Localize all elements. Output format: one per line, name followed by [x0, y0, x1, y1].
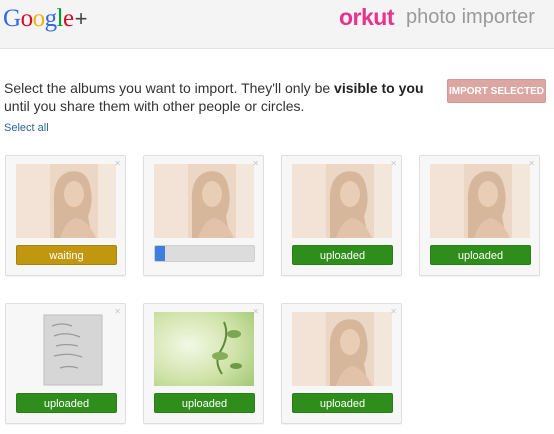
upload-progress-bar — [154, 245, 255, 262]
google-letter: o — [32, 5, 46, 32]
google-letter: G — [3, 5, 21, 32]
album-thumbnail — [154, 164, 254, 238]
plus-sign: + — [74, 6, 88, 31]
top-bar: Google+ orkut photo importer — [0, 0, 554, 49]
album-thumbnail — [292, 164, 392, 238]
album-tile[interactable]: ✕ uploaded — [281, 303, 402, 424]
status-badge: uploaded — [16, 393, 117, 413]
status-badge: uploaded — [292, 393, 393, 413]
status-badge: uploaded — [292, 245, 393, 265]
deselect-icon[interactable]: ✕ — [390, 307, 397, 316]
orkut-logo: orkut — [339, 4, 395, 30]
album-tile[interactable]: ✕ uploaded — [143, 303, 264, 424]
instructions-bold: visible to you — [334, 80, 424, 96]
deselect-icon[interactable]: ✕ — [390, 159, 397, 168]
status-badge: waiting — [16, 245, 117, 265]
instructions-text: Select the albums you want to import. Th… — [4, 79, 444, 115]
deselect-icon[interactable]: ✕ — [114, 307, 121, 316]
deselect-icon[interactable]: ✕ — [528, 159, 535, 168]
deselect-icon[interactable]: ✕ — [252, 159, 259, 168]
instructions-after: until you share them with other people o… — [4, 98, 305, 114]
import-selected-button[interactable]: IMPORT SELECTED — [447, 79, 546, 103]
google-letter: g — [44, 5, 58, 32]
google-letter: e — [63, 5, 74, 32]
instructions-before: Select the albums you want to import. Th… — [4, 80, 335, 96]
page-title: photo importer — [406, 6, 535, 28]
album-tile[interactable]: ✕ uploaded — [5, 303, 126, 424]
select-all-link[interactable]: Select all — [4, 122, 49, 134]
google-wordmark: Google — [3, 5, 74, 32]
album-thumbnail — [292, 312, 392, 386]
album-thumbnail — [16, 164, 116, 238]
album-tile[interactable]: ✕ waiting — [5, 155, 126, 276]
album-tile[interactable]: ✕ uploaded — [281, 155, 402, 276]
google-letter: o — [20, 5, 34, 32]
deselect-icon[interactable]: ✕ — [114, 159, 121, 168]
album-thumbnail — [430, 164, 530, 238]
album-thumbnail — [16, 312, 116, 386]
album-tile[interactable]: ✕ uploaded — [419, 155, 540, 276]
album-tile[interactable]: ✕ — [143, 155, 264, 276]
deselect-icon[interactable]: ✕ — [252, 307, 259, 316]
google-plus-logo[interactable]: Google+ — [3, 4, 87, 33]
status-badge: uploaded — [154, 393, 255, 413]
upload-progress-fill — [155, 246, 165, 261]
album-thumbnail — [154, 312, 254, 386]
status-badge: uploaded — [430, 245, 531, 265]
